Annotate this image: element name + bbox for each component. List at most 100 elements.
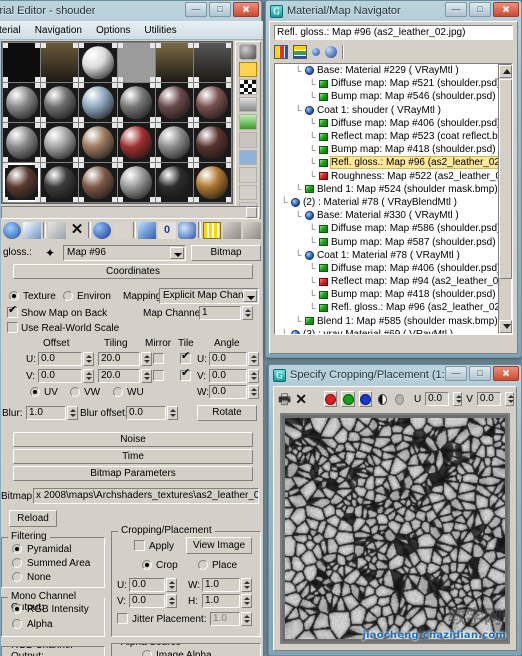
offset-u-field[interactable]: 0.0 (38, 352, 82, 366)
navigator-tree-item[interactable]: └ Refl. gloss.: Map #96 (as2_leather_02.j… (275, 301, 512, 314)
vw-radio[interactable] (70, 387, 80, 397)
large-sphere-icon[interactable] (325, 45, 337, 58)
video-color-check-icon[interactable] (239, 114, 257, 130)
crop-titlebar[interactable]: G Specify Cropping/Placement (1:1) — □ ✕ (269, 365, 521, 385)
navigator-tree-item[interactable]: └ Coat 1: Material #78 ( VRayMtl ) (275, 249, 512, 262)
jitter-placement-checkbox[interactable] (117, 613, 128, 624)
mono-channel-icon[interactable] (395, 393, 404, 405)
navigator-tree-item[interactable]: └ (3) : vray Material #69 ( VRayMtl ) (275, 328, 512, 334)
navigator-tree-item[interactable]: └ Diffuse map: Map #406 (shoulder.psd) (275, 262, 512, 275)
crop-w-field[interactable]: 1.0 (202, 578, 240, 592)
material-slot-grid[interactable] (1, 41, 233, 204)
filtering-summed-area-radio[interactable] (12, 558, 22, 568)
wu-radio[interactable] (113, 387, 123, 397)
material-slot[interactable] (41, 163, 79, 202)
material-slot[interactable] (155, 83, 193, 122)
go-to-parent-icon[interactable] (223, 221, 241, 239)
rotate-button[interactable]: Rotate (197, 405, 257, 421)
material-slot[interactable] (79, 83, 117, 122)
maximize-button[interactable]: □ (469, 366, 491, 381)
alpha-channel-icon[interactable] (378, 393, 388, 405)
scroll-down-button[interactable] (499, 320, 512, 333)
menu-item-utilities[interactable]: Utilities (144, 25, 176, 36)
make-preview-icon[interactable] (239, 131, 257, 148)
menu-item-navigation[interactable]: Navigation (35, 25, 82, 36)
material-editor-titlebar[interactable]: Material Editor - shouder — □ ✕ (0, 1, 261, 21)
blue-channel-icon[interactable] (358, 391, 373, 407)
alpha-image-alpha-radio[interactable] (142, 650, 152, 656)
map-name-combo[interactable]: Map #96 (63, 245, 186, 261)
crop-h-spinner[interactable] (241, 594, 252, 608)
navigator-tree-item[interactable]: └ Diffuse map: Map #521 (shoulder.psd) (275, 77, 512, 90)
chevron-down-icon[interactable] (170, 247, 184, 259)
crop-u-spinner[interactable] (166, 578, 177, 592)
map-channel-field[interactable]: 1 (199, 306, 241, 320)
slot-scroll-strip[interactable] (1, 206, 259, 219)
make-material-copy-icon[interactable] (93, 221, 111, 239)
material-slot[interactable] (117, 163, 155, 202)
material-slot[interactable] (155, 163, 193, 202)
material-slot[interactable] (41, 123, 79, 162)
navigator-tree-item[interactable]: └ Bump map: Map #546 (shoulder.psd) (275, 90, 512, 103)
material-slot[interactable] (3, 83, 41, 122)
x-icon[interactable]: ✕ (295, 392, 307, 406)
background-checker-icon[interactable] (239, 79, 257, 95)
tiling-v-spinner[interactable] (141, 369, 152, 383)
red-channel-icon[interactable] (324, 391, 338, 407)
navigator-tree-item[interactable]: └ Bump map: Map #418 (shoulder.psd) (275, 288, 512, 301)
close-button[interactable]: ✕ (493, 2, 519, 17)
maximize-button[interactable]: □ (469, 2, 491, 17)
slot-scroll-right-button[interactable] (246, 207, 257, 218)
crop-toolbar[interactable]: 🖶 ✕ U 0.0 V 0.0 (276, 389, 514, 409)
crop-u-field[interactable]: 0.0 (129, 578, 165, 592)
printer-icon[interactable]: 🖶 (278, 392, 291, 406)
material-slot[interactable] (79, 43, 117, 82)
navigator-tree-item[interactable]: └ Refl. gloss.: Map #96 (as2_leather_02.j… (275, 156, 512, 170)
angle-u-spinner[interactable] (248, 352, 259, 366)
material-slot[interactable] (193, 163, 231, 202)
material-slot[interactable] (193, 83, 231, 122)
get-material-icon[interactable] (3, 221, 21, 239)
assign-material-to-selection-icon[interactable] (48, 221, 66, 239)
maximize-button[interactable]: □ (209, 2, 231, 17)
filtering-pyramidal-radio[interactable] (12, 544, 22, 554)
put-material-to-scene-icon[interactable] (23, 221, 41, 239)
show-map-in-viewport-icon[interactable] (178, 221, 196, 239)
mono-rgb-intensity-radio[interactable] (12, 604, 22, 614)
view-image-button[interactable]: View Image (186, 537, 252, 554)
scroll-thumb[interactable] (499, 79, 512, 279)
material-slot[interactable] (3, 123, 41, 162)
mirror-u-checkbox[interactable] (153, 353, 164, 364)
material-slot[interactable] (3, 43, 41, 82)
show-map-on-back-checkbox[interactable] (7, 305, 18, 318)
crop-w-spinner[interactable] (241, 578, 252, 592)
material-slot[interactable] (117, 83, 155, 122)
tiling-u-field[interactable]: 20.0 (98, 352, 140, 366)
navigator-tree-item[interactable]: └ Bump map: Map #587 (shoulder.psd) (275, 235, 512, 248)
map-type-button[interactable]: Bitmap (191, 245, 261, 261)
crop-toolbar-u-field[interactable]: 0.0 (425, 392, 450, 406)
crop-h-field[interactable]: 1.0 (202, 594, 240, 608)
time-rollup-header[interactable]: Time (13, 449, 253, 464)
menu-item-options[interactable]: Options (96, 25, 130, 36)
coordinates-rollup-header[interactable]: Coordinates (13, 264, 253, 279)
material-slot[interactable] (117, 123, 155, 162)
material-slot[interactable] (3, 163, 41, 202)
crop-toolbar-v-spinner[interactable] (505, 392, 514, 406)
navigator-tree-item[interactable]: └ Base: Material #330 ( VRayMtl ) (275, 209, 512, 222)
sample-uv-tiling-icon[interactable] (239, 96, 257, 113)
crop-toolbar-u-spinner[interactable] (453, 392, 463, 406)
tiling-v-field[interactable]: 20.0 (98, 369, 140, 383)
navigator-tree-item[interactable]: └ (2) : Material #78 ( VRayBlendMtl ) (275, 196, 512, 209)
material-slot[interactable] (41, 83, 79, 122)
offset-v-spinner[interactable] (83, 369, 94, 383)
navigator-scrollbar[interactable] (498, 64, 512, 334)
offset-v-field[interactable]: 0.0 (38, 369, 82, 383)
eyedropper-icon[interactable]: ✦ (45, 246, 55, 260)
crop-image-viewport[interactable]: 教学网 jiaocheng.chazidian.com (280, 413, 510, 644)
offset-u-spinner[interactable] (83, 352, 94, 366)
close-button[interactable]: ✕ (233, 2, 259, 17)
noise-rollup-header[interactable]: Noise (13, 432, 253, 447)
tile-v-checkbox[interactable] (180, 368, 191, 381)
minimize-button[interactable]: — (445, 2, 467, 17)
